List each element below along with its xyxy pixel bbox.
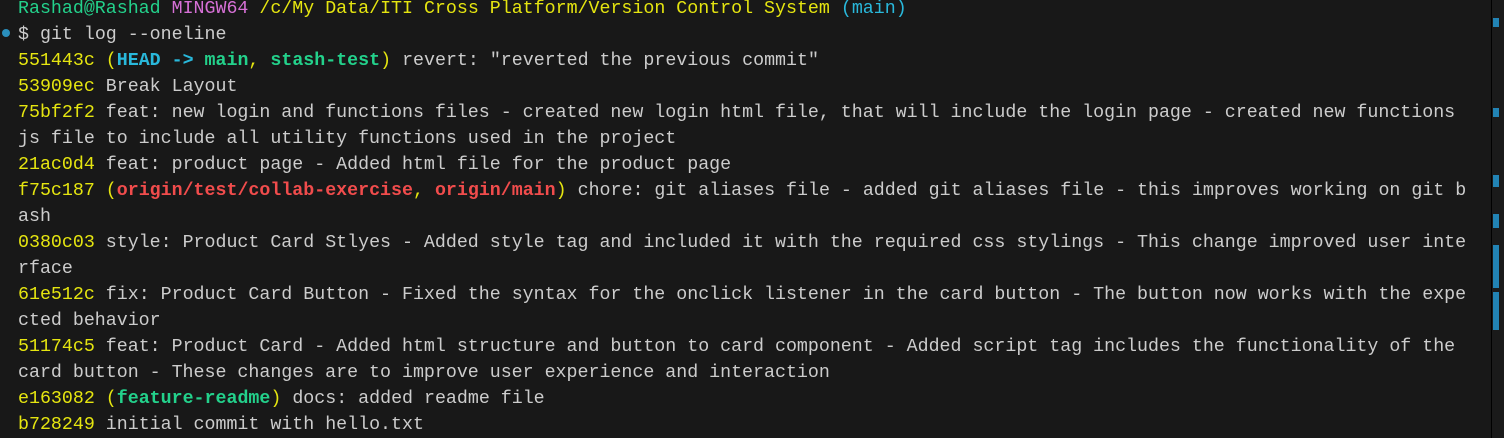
command-decoration-icon[interactable]: [2, 29, 10, 37]
commit-list: 551443c (HEAD -> main, stash-test) rever…: [18, 48, 1477, 438]
commit-message: Break Layout: [105, 77, 238, 97]
scrollbar-marker: [1493, 18, 1499, 27]
commit-line: 21ac0d4 feat: product page - Added html …: [18, 152, 1477, 178]
commit-message: docs: added readme file: [292, 389, 545, 409]
commit-message: feat: new login and functions files - cr…: [18, 103, 1467, 149]
commit-line: 0380c03 style: Product Card Stlyes - Add…: [18, 230, 1477, 282]
commit-message: revert: "reverted the previous commit": [402, 51, 819, 71]
commit-message: initial commit with hello.txt: [105, 415, 424, 435]
terminal-output[interactable]: Rashad@Rashad MINGW64 /c/My Data/ITI Cro…: [18, 0, 1477, 438]
commit-hash: 0380c03: [18, 233, 95, 253]
scrollbar-marker: [1493, 245, 1499, 288]
commit-line: 551443c (HEAD -> main, stash-test) rever…: [18, 51, 819, 71]
commit-line: 61e512c fix: Product Card Button - Fixed…: [18, 282, 1477, 334]
command-text: git log --oneline: [39, 25, 227, 45]
prompt-system: MINGW64: [171, 0, 249, 19]
refs-paren: ): [270, 389, 282, 409]
commit-message: fix: Product Card Button - Fixed the syn…: [18, 285, 1467, 331]
commit-hash: e163082: [18, 389, 95, 409]
commit-hash: f75c187: [18, 181, 95, 201]
commit-hash: 61e512c: [18, 285, 95, 305]
local-branch-ref: feature-readme: [116, 389, 271, 409]
command-line: $ git log --oneline: [18, 22, 1477, 48]
local-branch-ref: stash-test: [270, 51, 381, 71]
commit-line: 75bf2f2 feat: new login and functions fi…: [18, 100, 1477, 152]
commit-line: f75c187 (origin/test/collab-exercise, or…: [18, 181, 1467, 227]
scrollbar-marker: [1493, 214, 1499, 228]
prompt-path: /c/My Data/ITI Cross Platform/Version Co…: [259, 0, 830, 19]
scrollbar-marker: [1493, 292, 1499, 330]
scrollbar[interactable]: [1491, 0, 1504, 438]
commit-line: 51174c5 feat: Product Card - Added html …: [18, 334, 1477, 386]
commit-line: b728249 initial commit with hello.txt: [18, 412, 1477, 438]
commit-message: feat: Product Card - Added html structur…: [18, 337, 1467, 383]
commit-message: feat: product page - Added html file for…: [105, 155, 732, 175]
prompt-symbol: $: [18, 25, 29, 45]
commit-hash: b728249: [18, 415, 95, 435]
commit-line: 53909ec Break Layout: [18, 74, 1477, 100]
refs-paren: (: [105, 181, 117, 201]
remote-branch-ref: origin/test/collab-exercise: [116, 181, 413, 201]
prompt-branch: (main): [840, 0, 907, 19]
refs-paren: ): [380, 51, 392, 71]
remote-branch-ref: origin/main: [434, 181, 556, 201]
commit-hash: 75bf2f2: [18, 103, 95, 123]
commit-message: style: Product Card Stlyes - Added style…: [18, 233, 1467, 279]
commit-line: e163082 (feature-readme) docs: added rea…: [18, 386, 1477, 412]
refs-paren: (: [105, 389, 117, 409]
refs-paren: (: [105, 51, 117, 71]
scrollbar-marker: [1493, 175, 1499, 187]
scrollbar-marker: [1493, 108, 1499, 117]
commit-hash: 51174c5: [18, 337, 95, 357]
local-branch-ref: main: [204, 51, 249, 71]
prompt-user: Rashad@Rashad: [18, 0, 161, 19]
commit-hash: 21ac0d4: [18, 155, 95, 175]
commit-hash: 53909ec: [18, 77, 95, 97]
prompt-line: Rashad@Rashad MINGW64 /c/My Data/ITI Cro…: [18, 0, 1477, 22]
refs-paren: ): [555, 181, 567, 201]
head-ref: HEAD ->: [116, 51, 205, 71]
commit-hash: 551443c: [18, 51, 95, 71]
